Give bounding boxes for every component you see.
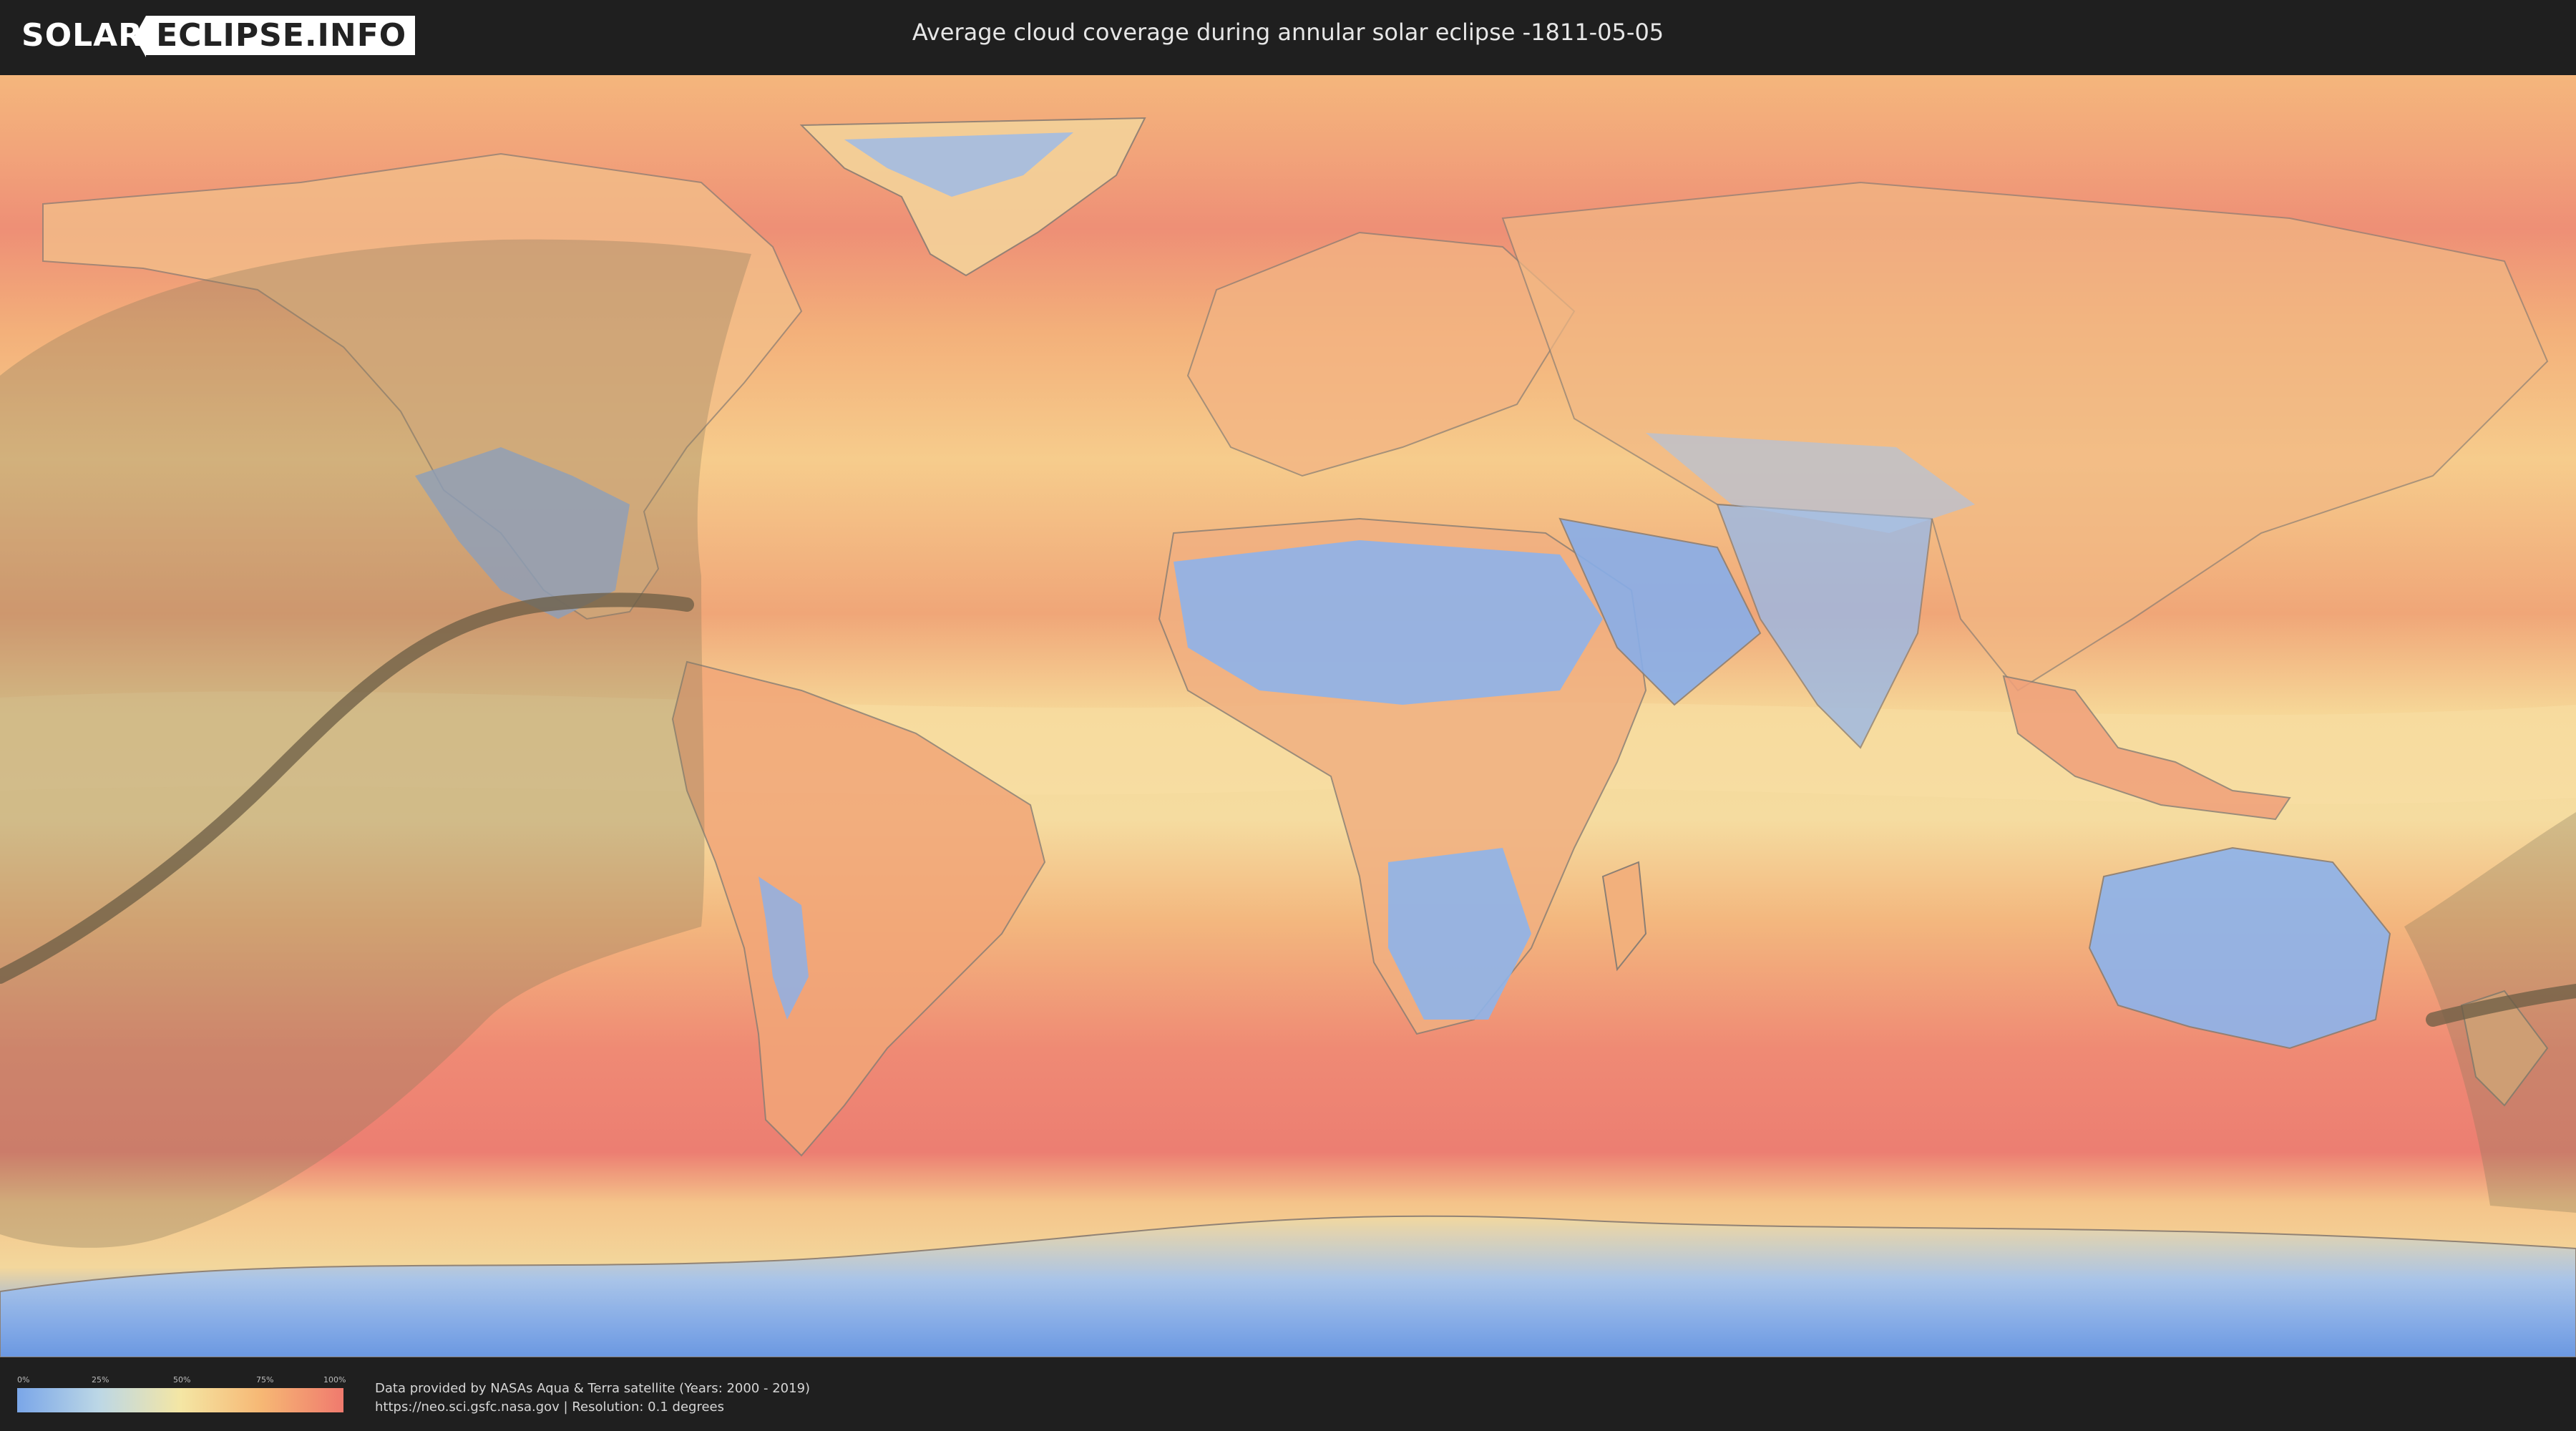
page-title: Average cloud coverage during annular so… xyxy=(912,19,1664,46)
map-svg xyxy=(0,75,2576,1357)
legend-tick: 25% xyxy=(92,1375,109,1384)
legend-tick-labels: 0% 25% 50% 75% 100% xyxy=(17,1375,346,1385)
credits-line-2: https://neo.sci.gsfc.nasa.gov | Resoluti… xyxy=(375,1400,724,1415)
cloud-coverage-map[interactable] xyxy=(0,75,2576,1357)
footer: 0% 25% 50% 75% 100% Data provided by NAS… xyxy=(0,1359,2576,1431)
legend-tick: 75% xyxy=(256,1375,274,1384)
legend-tick: 50% xyxy=(173,1375,191,1384)
cloud-coverage-color-scale xyxy=(17,1388,343,1412)
credits-line-1: Data provided by NASAs Aqua & Terra sate… xyxy=(375,1381,811,1396)
legend-tick: 0% xyxy=(17,1375,30,1384)
page: SOLAR ECLIPSE.INFO Average cloud coverag… xyxy=(0,0,2576,1431)
data-credits: Data provided by NASAs Aqua & Terra sate… xyxy=(375,1379,810,1417)
legend-tick: 100% xyxy=(323,1375,346,1384)
header: SOLAR ECLIPSE.INFO Average cloud coverag… xyxy=(0,0,2576,72)
